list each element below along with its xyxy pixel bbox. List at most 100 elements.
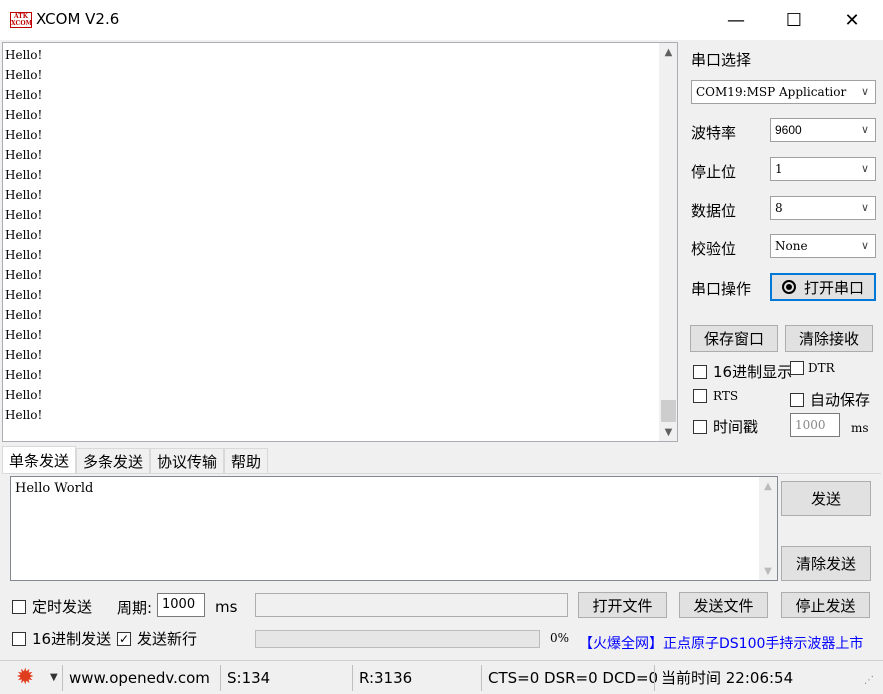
checkbox-box[interactable] xyxy=(12,631,26,646)
tab-help[interactable]: 帮助 xyxy=(224,448,269,474)
period-label: 周期: xyxy=(117,599,153,617)
timed-send-label: 定时发送 xyxy=(32,598,93,616)
receive-line: Hello! xyxy=(5,208,43,222)
checkbox-box[interactable] xyxy=(693,419,707,434)
promo-link[interactable]: 【火爆全网】正点原子DS100手持示波器上市 xyxy=(579,633,863,653)
down-arrow-icon[interactable]: ▼ xyxy=(659,423,677,441)
clear-receive-button[interactable]: 清除接收 xyxy=(785,325,873,352)
tab-protocol[interactable]: 协议传输 xyxy=(150,448,225,474)
open-port-button[interactable]: 打开串口 xyxy=(770,273,876,301)
check-icon[interactable]: ✓ xyxy=(117,631,131,646)
receive-line: Hello! xyxy=(5,188,43,202)
timestamp-checkbox[interactable]: 时间戳 xyxy=(693,416,758,437)
data-bits-select[interactable]: 8 ∨ xyxy=(770,196,876,220)
chevron-down-icon: ∨ xyxy=(860,85,869,98)
save-window-button[interactable]: 保存窗口 xyxy=(690,325,778,352)
baud-label: 波特率 xyxy=(691,124,737,142)
scroll-thumb[interactable] xyxy=(661,400,676,422)
baud-select[interactable]: 9600 ∨ xyxy=(770,118,876,142)
receive-line: Hello! xyxy=(5,288,43,302)
send-button[interactable]: 发送 xyxy=(781,481,871,516)
receive-line: Hello! xyxy=(5,128,43,142)
tab-single-send[interactable]: 单条发送 xyxy=(2,446,77,474)
data-bits-value: 8 xyxy=(775,201,783,215)
clear-send-button[interactable]: 清除发送 xyxy=(781,546,871,581)
checkbox-box[interactable] xyxy=(12,599,26,614)
receive-line: Hello! xyxy=(5,168,43,182)
status-received: R:3136 xyxy=(352,665,412,691)
receive-line: Hello! xyxy=(5,108,43,122)
send-scrollbar[interactable]: ▲ ▼ xyxy=(759,477,777,580)
open-file-button[interactable]: 打开文件 xyxy=(578,592,667,618)
hex-display-checkbox[interactable]: 16进制显示 xyxy=(693,361,792,382)
close-icon: ✕ xyxy=(844,9,860,31)
checkbox-box[interactable] xyxy=(790,392,804,407)
stop-bits-label: 停止位 xyxy=(691,163,737,181)
send-textarea[interactable]: Hello World ▲ ▼ xyxy=(10,476,778,581)
chevron-down-icon: ∨ xyxy=(860,124,869,136)
checkbox-box[interactable] xyxy=(693,389,707,403)
checkbox-box[interactable] xyxy=(790,361,804,375)
receive-line: Hello! xyxy=(5,408,43,422)
gear-icon[interactable]: ✹ xyxy=(16,667,38,689)
chevron-down-icon: ∨ xyxy=(860,162,869,175)
parity-select[interactable]: None ∨ xyxy=(770,234,876,258)
port-label: 串口选择 xyxy=(691,51,752,69)
close-button[interactable]: ✕ xyxy=(823,0,881,40)
status-sent: S:134 xyxy=(220,665,270,691)
receive-textarea[interactable]: Hello! Hello! Hello! Hello! Hello! Hello! Hell… xyxy=(2,42,678,442)
period-input[interactable]: 1000 xyxy=(157,593,205,617)
receive-line: Hello! xyxy=(5,368,43,382)
app-logo: ATK XCOM xyxy=(10,12,33,28)
caret-down-icon[interactable]: ▼ xyxy=(50,672,58,683)
hex-send-label: 16进制发送 xyxy=(32,630,112,648)
hex-send-checkbox[interactable]: 16进制发送 xyxy=(12,628,111,649)
port-value: COM19:MSP Applicatior xyxy=(696,85,847,99)
receive-line: Hello! xyxy=(5,388,43,402)
rts-label: RTS xyxy=(713,389,739,403)
receive-lines: Hello! Hello! Hello! Hello! Hello! Hello! Hell… xyxy=(5,45,42,425)
period-unit: ms xyxy=(215,598,238,616)
file-path-input[interactable] xyxy=(255,593,568,617)
send-tabs: 单条发送 多条发送 协议传输 帮助 xyxy=(2,446,269,474)
status-lines: CTS=0 DSR=0 DCD=0 xyxy=(481,665,658,691)
receive-scrollbar[interactable]: ▲ ▼ xyxy=(659,43,677,441)
stop-bits-value: 1 xyxy=(775,162,783,176)
dtr-checkbox[interactable]: DTR xyxy=(790,361,835,375)
port-op-label: 串口操作 xyxy=(691,280,752,298)
maximize-icon: ☐ xyxy=(785,9,803,31)
timestamp-label: 时间戳 xyxy=(713,418,759,436)
chevron-down-icon: ∨ xyxy=(860,201,869,214)
receive-line: Hello! xyxy=(5,248,43,262)
progress-text: 0% xyxy=(550,631,570,645)
up-arrow-icon[interactable]: ▲ xyxy=(659,43,677,61)
checkbox-box[interactable] xyxy=(693,364,707,379)
stop-send-button[interactable]: 停止发送 xyxy=(781,592,870,618)
receive-line: Hello! xyxy=(5,348,43,362)
timestamp-input[interactable]: 1000 xyxy=(790,413,840,437)
tab-multi-send[interactable]: 多条发送 xyxy=(76,448,151,474)
port-select[interactable]: COM19:MSP Applicatior ∨ xyxy=(691,80,876,104)
rts-checkbox[interactable]: RTS xyxy=(693,389,738,403)
maximize-button[interactable]: ☐ xyxy=(765,0,823,40)
send-file-button[interactable]: 发送文件 xyxy=(679,592,768,618)
timed-send-checkbox[interactable]: 定时发送 xyxy=(12,596,92,617)
send-newline-checkbox[interactable]: ✓ 发送新行 xyxy=(117,628,197,649)
send-text: Hello World xyxy=(15,481,94,496)
timestamp-unit: ms xyxy=(851,421,869,435)
status-bar: ✹ ▼ www.openedv.com S:134 R:3136 CTS=0 D… xyxy=(0,660,883,694)
up-arrow-icon[interactable]: ▲ xyxy=(759,477,777,495)
window-title: XCOM V2.6 xyxy=(36,10,120,28)
stop-bits-select[interactable]: 1 ∨ xyxy=(770,157,876,181)
down-arrow-icon[interactable]: ▼ xyxy=(759,562,777,580)
send-progress-bar xyxy=(255,630,540,648)
resize-grip-icon[interactable]: ⋰ xyxy=(864,675,874,686)
receive-line: Hello! xyxy=(5,308,43,322)
status-url[interactable]: www.openedv.com xyxy=(62,665,210,691)
minimize-button[interactable]: — xyxy=(707,0,765,40)
dtr-label: DTR xyxy=(808,361,835,375)
receive-line: Hello! xyxy=(5,88,43,102)
status-time: 当前时间 22:06:54 xyxy=(654,665,793,691)
baud-value: 9600 xyxy=(775,123,802,137)
auto-save-checkbox[interactable]: 自动保存 xyxy=(790,389,870,410)
